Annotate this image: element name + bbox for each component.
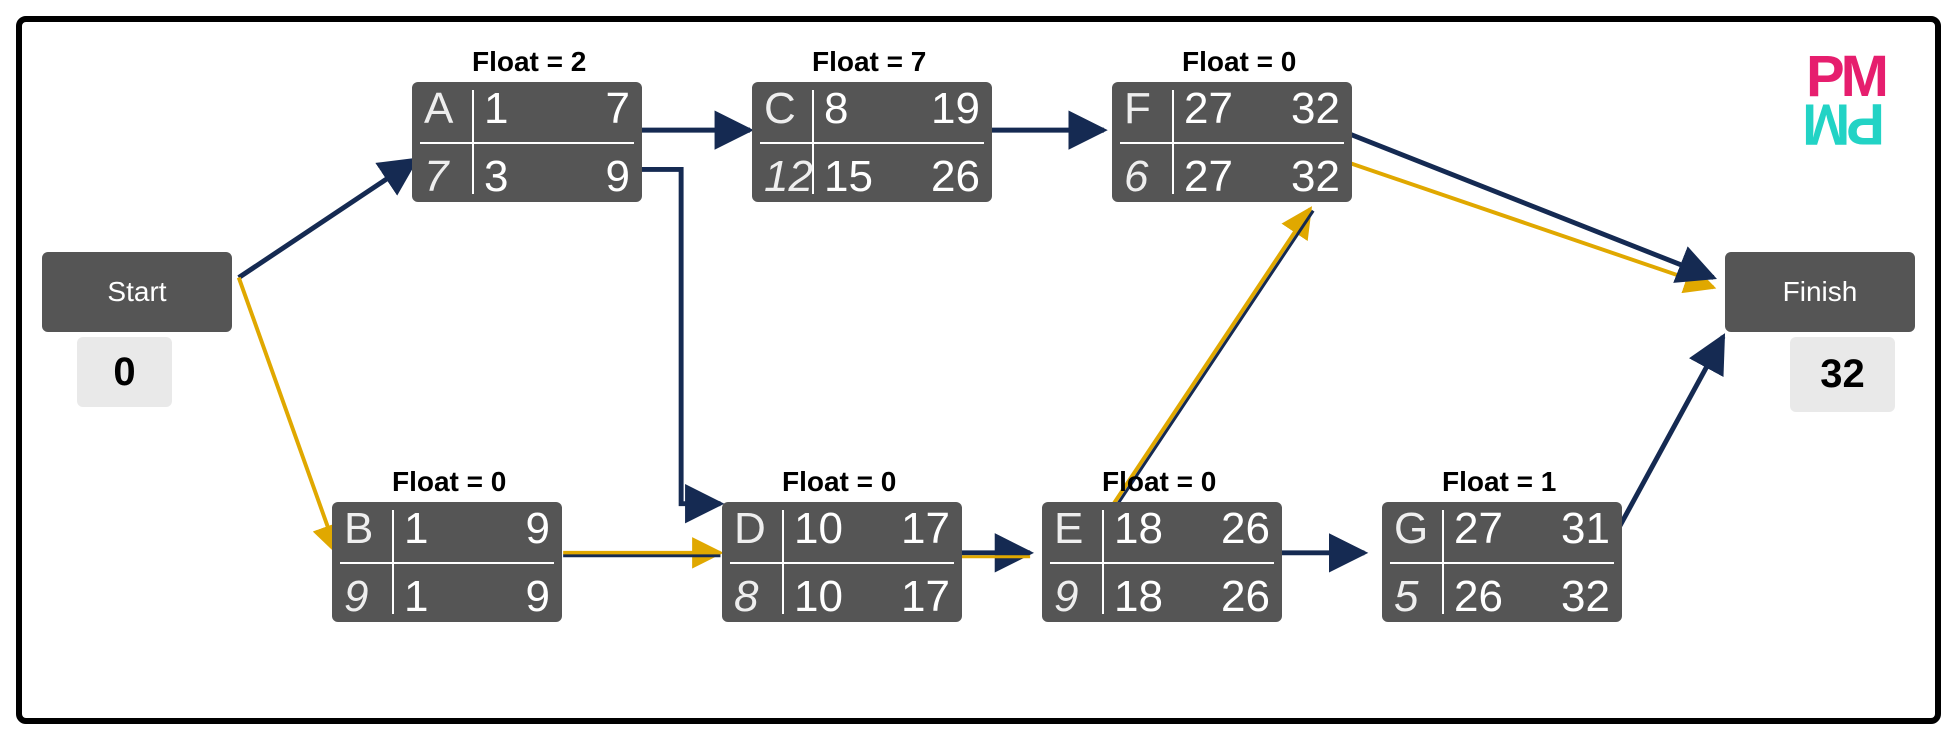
node-dur: 5 [1394,572,1418,622]
activity-d: D 8 10 17 10 17 [722,502,962,622]
node-ls: 10 [794,572,843,622]
node-ef: 9 [526,504,550,554]
node-lf: 32 [1291,152,1340,202]
node-ls: 27 [1184,152,1233,202]
node-id: C [764,84,796,134]
node-ef: 32 [1291,84,1340,134]
diagram-stage: Start 0 Finish 32 Float = 2 A 7 1 7 3 9 … [0,0,1957,740]
edge-e-f-under [1117,211,1314,506]
node-lf: 9 [606,152,630,202]
node-id: F [1124,84,1151,134]
finish-node: Finish [1725,252,1915,332]
activity-a: A 7 1 7 3 9 [412,82,642,202]
node-dur: 6 [1124,152,1148,202]
node-lf: 26 [931,152,980,202]
edge-e-f [1114,209,1311,504]
node-ef: 17 [901,504,950,554]
node-es: 1 [484,84,508,134]
node-ls: 1 [404,572,428,622]
node-dur: 8 [734,572,758,622]
start-node: Start [42,252,232,332]
node-es: 27 [1184,84,1233,134]
node-id: D [734,504,766,554]
edge-start-a [239,160,416,278]
node-id: B [344,504,373,554]
activity-c: C 12 8 19 15 26 [752,82,992,202]
activity-g: G 5 27 31 26 32 [1382,502,1622,622]
node-id: E [1054,504,1083,554]
node-es: 10 [794,504,843,554]
node-lf: 9 [526,572,550,622]
node-ls: 18 [1114,572,1163,622]
finish-label: Finish [1783,276,1858,308]
node-ef: 7 [606,84,630,134]
node-dur: 9 [1054,572,1078,622]
edge-f-finish-crit [1340,160,1714,288]
activity-f: F 6 27 32 27 32 [1112,82,1352,202]
node-ls: 15 [824,152,873,202]
edge-a-d [642,169,721,503]
float-label-b: Float = 0 [392,466,506,498]
activity-e: E 9 18 26 18 26 [1042,502,1282,622]
node-es: 18 [1114,504,1163,554]
node-ef: 31 [1561,504,1610,554]
node-id: A [424,84,453,134]
node-es: 8 [824,84,848,134]
brand-logo: PM PM [1806,54,1885,147]
node-id: G [1394,504,1428,554]
node-lf: 32 [1561,572,1610,622]
float-label-d: Float = 0 [782,466,896,498]
node-ef: 19 [931,84,980,134]
node-es: 1 [404,504,428,554]
node-ef: 26 [1221,504,1270,554]
finish-value: 32 [1790,337,1895,412]
start-label: Start [107,276,166,308]
float-label-g: Float = 1 [1442,466,1556,498]
edge-start-b [239,278,337,553]
edge-g-finish [1605,337,1723,553]
node-lf: 26 [1221,572,1270,622]
node-dur: 7 [424,152,448,202]
activity-b: B 9 1 9 1 9 [332,502,562,622]
float-label-a: Float = 2 [472,46,586,78]
node-ls: 26 [1454,572,1503,622]
edge-f-finish [1340,130,1714,277]
float-label-c: Float = 7 [812,46,926,78]
node-dur: 12 [764,152,813,202]
start-value: 0 [77,337,172,407]
node-es: 27 [1454,504,1503,554]
diagram-frame: Start 0 Finish 32 Float = 2 A 7 1 7 3 9 … [16,16,1941,724]
logo-lower: PM [1806,100,1885,146]
node-lf: 17 [901,572,950,622]
float-label-f: Float = 0 [1182,46,1296,78]
float-label-e: Float = 0 [1102,466,1216,498]
node-ls: 3 [484,152,508,202]
node-dur: 9 [344,572,368,622]
